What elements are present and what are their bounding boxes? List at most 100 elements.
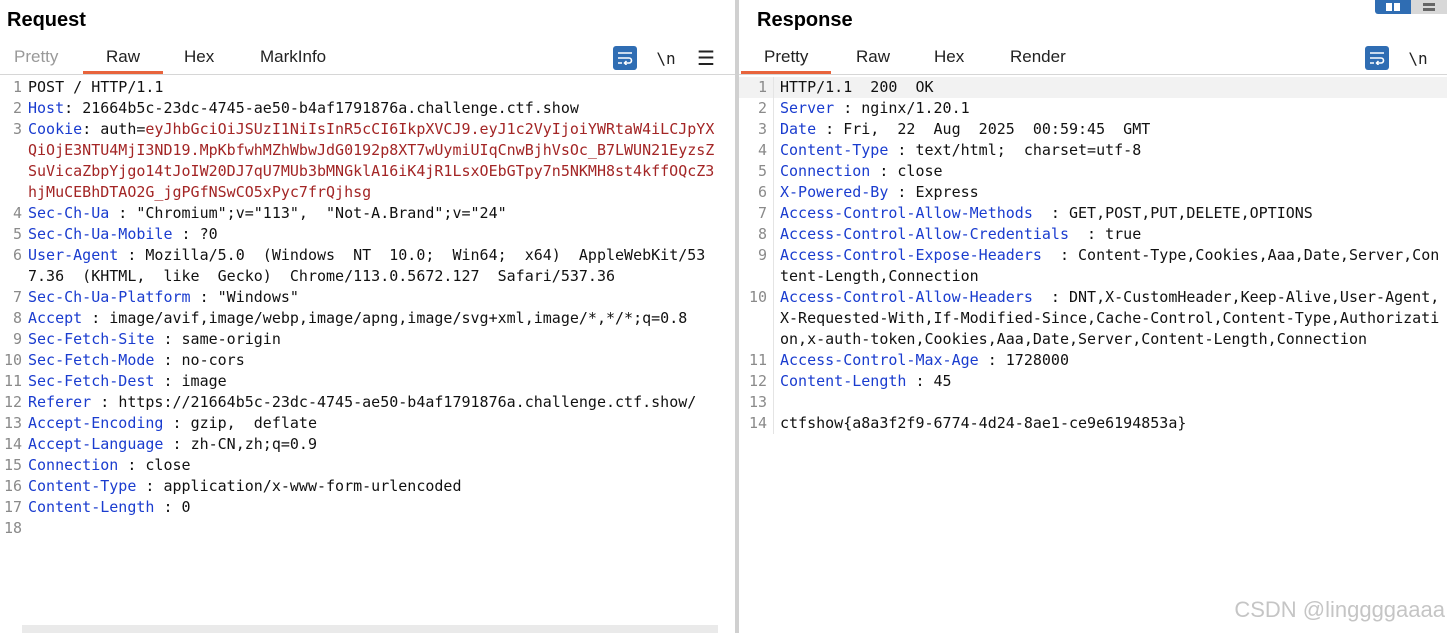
line-text: ctfshow{a8a3f2f9-6774-4d24-8ae1-ce9e6194… [780, 413, 1440, 434]
header-separator: : [64, 99, 83, 117]
header-name: Access-Control-Expose-Headers [780, 246, 1042, 264]
header-value: text/html; charset=utf-8 [915, 141, 1142, 159]
header-value: image [181, 372, 227, 390]
response-tab-raw[interactable]: Raw [856, 47, 890, 67]
header-name: Sec-Ch-Ua [28, 204, 110, 222]
line-number: 12 [739, 371, 774, 392]
header-separator: : [154, 330, 182, 348]
header-separator: : [978, 351, 1006, 369]
line-number: 17 [3, 498, 22, 516]
header-name: Accept-Language [28, 435, 164, 453]
header-separator: : [154, 498, 182, 516]
line-text: Connection : close [28, 455, 723, 476]
code-line: 8 Accept : image/avif,image/webp,image/ap… [0, 308, 735, 329]
request-tab-markinfo[interactable]: MarkInfo [260, 47, 326, 67]
header-value: Express [915, 183, 979, 201]
line-number: 15 [3, 456, 22, 474]
columns-icon [1386, 3, 1400, 11]
horizontal-scrollbar[interactable] [22, 625, 718, 633]
line-text: Host: 21664b5c-23dc-4745-ae50-b4af179187… [28, 98, 723, 119]
header-separator: : [118, 246, 146, 264]
line-number: 4 [739, 140, 774, 161]
code-line: 7 Access-Control-Allow-Methods : GET,POST… [739, 203, 1447, 224]
line-number: 14 [3, 435, 22, 453]
line-text: Server : nginx/1.20.1 [780, 98, 1440, 119]
line-text: Content-Length : 0 [28, 497, 723, 518]
response-tab-pretty[interactable]: Pretty [740, 47, 833, 74]
header-value: auth= [100, 120, 146, 138]
header-separator: : [154, 372, 182, 390]
request-pane: Request Pretty Raw Hex MarkInfo \n ☰ 1 PO… [0, 0, 735, 633]
layout-side-by-side-button[interactable] [1375, 0, 1411, 14]
code-line: 1 POST / HTTP/1.1 [0, 77, 735, 98]
line-number: 3 [739, 119, 774, 140]
code-line: 16 Content-Type : application/x-www-form-… [0, 476, 735, 497]
line-number: 13 [739, 392, 774, 413]
show-newlines-button[interactable]: \n [654, 46, 678, 70]
response-title: Response [757, 9, 853, 31]
line-number: 12 [3, 393, 22, 411]
response-pane: Response Pretty Raw Hex Render \n 1 HTTP/… [739, 0, 1447, 633]
header-separator: : [834, 99, 862, 117]
header-name: Connection [780, 162, 871, 180]
line-text: Access-Control-Allow-Credentials : true [780, 224, 1440, 245]
request-tab-hex[interactable]: Hex [184, 47, 214, 67]
code-line: 2 Host: 21664b5c-23dc-4745-ae50-b4af17918… [0, 98, 735, 119]
request-tab-pretty[interactable]: Pretty [14, 47, 58, 67]
header-name: Server [780, 99, 835, 117]
line-text: Date : Fri, 22 Aug 2025 00:59:45 GMT [780, 119, 1440, 140]
show-newlines-button[interactable]: \n [1406, 46, 1430, 70]
layout-stacked-button[interactable] [1411, 0, 1447, 14]
header-value: gzip, deflate [190, 414, 317, 432]
response-editor[interactable]: 1 HTTP/1.1 200 OK 2 Server : nginx/1.20.1 3 D… [739, 77, 1447, 633]
line-number: 13 [3, 414, 22, 432]
line-text: Content-Length : 45 [780, 371, 1440, 392]
line-number: 2 [12, 99, 22, 117]
line-text: Accept-Language : zh-CN,zh;q=0.9 [28, 434, 723, 455]
header-name: Sec-Fetch-Mode [28, 351, 155, 369]
line-text: Access-Control-Expose-Headers : Content-… [780, 245, 1440, 287]
code-line: 13 ​ [739, 392, 1447, 413]
header-separator: : [91, 393, 119, 411]
line-text: Sec-Ch-Ua-Mobile : ?0 [28, 224, 723, 245]
header-value: GET,POST,PUT,DELETE,OPTIONS [1069, 204, 1313, 222]
header-separator: : [888, 141, 916, 159]
line-number: 2 [739, 98, 774, 119]
header-separator: : [172, 225, 200, 243]
menu-icon[interactable]: ☰ [694, 46, 718, 70]
header-separator: : [82, 120, 101, 138]
code-line: 4 Sec-Ch-Ua : "Chromium";v="113", "Not-A.… [0, 203, 735, 224]
word-wrap-button[interactable] [613, 46, 637, 70]
header-separator: : [1032, 288, 1069, 306]
header-separator: : [136, 477, 164, 495]
line-text: X-Powered-By : Express [780, 182, 1440, 203]
header-separator: : [870, 162, 898, 180]
code-line: 8 Access-Control-Allow-Credentials : true [739, 224, 1447, 245]
watermark: CSDN @linggggaaaa [1234, 597, 1445, 622]
response-tab-render[interactable]: Render [1010, 47, 1066, 67]
header-name: Host [28, 99, 65, 117]
response-tab-hex[interactable]: Hex [934, 47, 964, 67]
header-value: ?0 [199, 225, 218, 243]
code-line: 3 Date : Fri, 22 Aug 2025 00:59:45 GMT [739, 119, 1447, 140]
code-line: 11 Access-Control-Max-Age : 1728000 [739, 350, 1447, 371]
header-name: Content-Type [28, 477, 137, 495]
request-editor[interactable]: 1 POST / HTTP/1.1 2 Host: 21664b5c-23dc-474… [0, 77, 735, 633]
header-name: Access-Control-Allow-Methods [780, 204, 1033, 222]
line-text: Referer : https://21664b5c-23dc-4745-ae5… [28, 392, 723, 413]
header-name: Connection [28, 456, 119, 474]
header-separator: : [816, 120, 844, 138]
line-text: Cookie: auth=eyJhbGciOiJSUzI1NiIsInR5cCI… [28, 119, 723, 203]
line-text: Sec-Ch-Ua-Platform : "Windows" [28, 287, 723, 308]
line-text: Access-Control-Allow-Headers : DNT,X-Cus… [780, 287, 1440, 350]
header-value: zh-CN,zh;q=0.9 [190, 435, 317, 453]
word-wrap-button[interactable] [1365, 46, 1389, 70]
request-tab-raw[interactable]: Raw [82, 47, 164, 74]
line-number: 5 [12, 225, 22, 243]
line-text: ​ [28, 518, 723, 539]
rows-icon [1423, 3, 1435, 11]
line-text: Content-Type : application/x-www-form-ur… [28, 476, 723, 497]
line-number: 14 [739, 413, 774, 434]
code-line: 10 Sec-Fetch-Mode : no-cors [0, 350, 735, 371]
line-number: 3 [12, 120, 22, 138]
